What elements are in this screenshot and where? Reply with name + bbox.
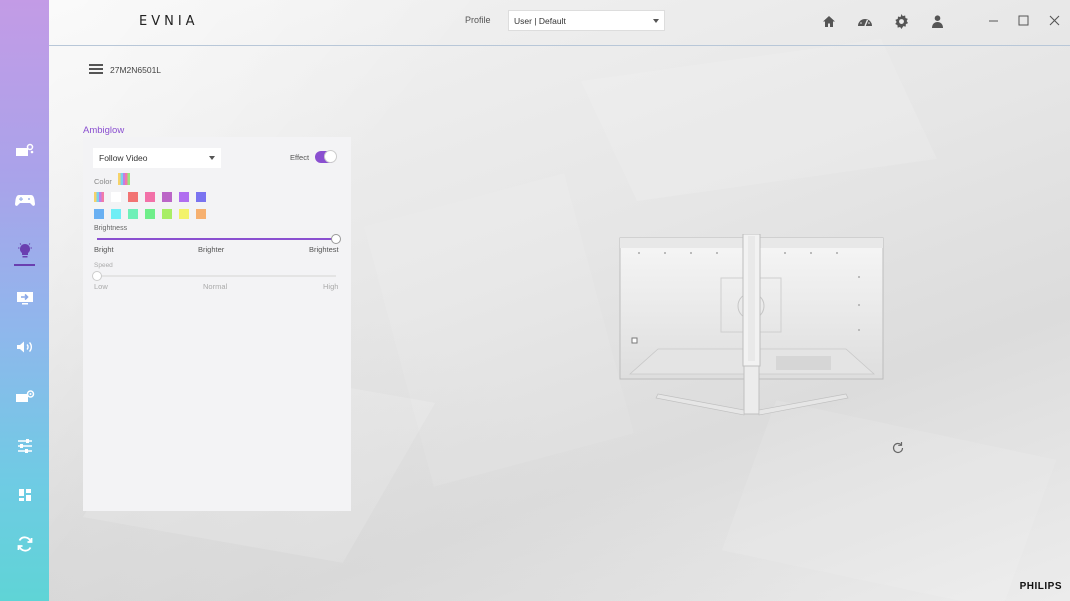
swatch-cyan[interactable] bbox=[111, 209, 121, 219]
swatch-orange[interactable] bbox=[196, 209, 206, 219]
mode-dropdown[interactable]: Follow Video bbox=[93, 148, 221, 168]
app-logo: EVNIA bbox=[139, 14, 199, 29]
settings-sliders-icon[interactable] bbox=[0, 431, 49, 461]
ambiglow-bulb-icon[interactable] bbox=[0, 236, 49, 266]
speed-tick-high: High bbox=[323, 282, 339, 291]
swatch-red[interactable] bbox=[128, 192, 138, 202]
sync-icon[interactable] bbox=[0, 529, 49, 559]
user-icon[interactable] bbox=[928, 12, 946, 30]
effect-toggle[interactable] bbox=[315, 150, 337, 163]
swatch-blue[interactable] bbox=[94, 209, 104, 219]
ambiglow-panel: Follow Video Effect Color Brightness Bri… bbox=[83, 137, 351, 511]
swatch-white[interactable] bbox=[111, 192, 121, 202]
chevron-down-icon bbox=[653, 18, 659, 23]
brightness-track[interactable] bbox=[97, 238, 336, 240]
swatch-rainbow[interactable] bbox=[94, 192, 104, 202]
gamepad-icon[interactable] bbox=[0, 185, 49, 215]
speed-slider-handle bbox=[92, 271, 102, 281]
swatch-green[interactable] bbox=[145, 209, 155, 219]
pip-icon[interactable] bbox=[0, 382, 49, 412]
speed-label: Speed bbox=[94, 262, 113, 269]
maximize-button[interactable] bbox=[1016, 13, 1030, 27]
home-icon[interactable] bbox=[820, 12, 838, 30]
gear-icon[interactable] bbox=[892, 12, 910, 30]
swatch-lime[interactable] bbox=[162, 209, 172, 219]
speed-tick-mid: Normal bbox=[203, 282, 228, 291]
swatch-pink[interactable] bbox=[145, 192, 155, 202]
swatch-magenta[interactable] bbox=[162, 192, 172, 202]
minimize-button[interactable] bbox=[986, 13, 1000, 27]
effect-label: Effect bbox=[290, 153, 310, 162]
dashboard-icon[interactable] bbox=[0, 480, 49, 510]
swatch-yellow[interactable] bbox=[179, 209, 189, 219]
speed-tick-low: Low bbox=[94, 282, 108, 291]
chevron-down-icon bbox=[209, 156, 215, 160]
brightness-tick-low: Bright bbox=[94, 245, 114, 254]
sidebar bbox=[0, 0, 49, 601]
monitor-image bbox=[618, 233, 886, 419]
profile-value: User | Default bbox=[514, 15, 566, 26]
color-preview-icon bbox=[118, 173, 130, 185]
color-label: Color bbox=[94, 177, 112, 186]
swatch-indigo[interactable] bbox=[196, 192, 206, 202]
swatch-aqua[interactable] bbox=[128, 209, 138, 219]
brand-logo: PHILIPS bbox=[1019, 581, 1062, 592]
rotate-icon[interactable] bbox=[891, 441, 905, 455]
brightness-tick-high: Brightest bbox=[309, 245, 339, 254]
brightness-label: Brightness bbox=[94, 225, 128, 232]
profile-dropdown[interactable]: User | Default bbox=[508, 10, 665, 31]
device-name: 27M2N6501L bbox=[110, 65, 162, 75]
mode-value: Follow Video bbox=[99, 153, 148, 163]
brightness-tick-mid: Brighter bbox=[198, 245, 225, 254]
gauge-icon[interactable] bbox=[856, 12, 874, 30]
brightness-slider-handle[interactable] bbox=[331, 234, 341, 244]
swatch-purple[interactable] bbox=[179, 192, 189, 202]
input-icon[interactable] bbox=[0, 283, 49, 313]
close-button[interactable] bbox=[1047, 13, 1061, 27]
section-title: Ambiglow bbox=[83, 125, 125, 136]
picture-icon[interactable] bbox=[0, 136, 49, 166]
menu-icon[interactable] bbox=[89, 64, 103, 74]
speed-track bbox=[97, 275, 336, 277]
audio-icon[interactable] bbox=[0, 332, 49, 362]
profile-label: Profile bbox=[465, 15, 491, 25]
